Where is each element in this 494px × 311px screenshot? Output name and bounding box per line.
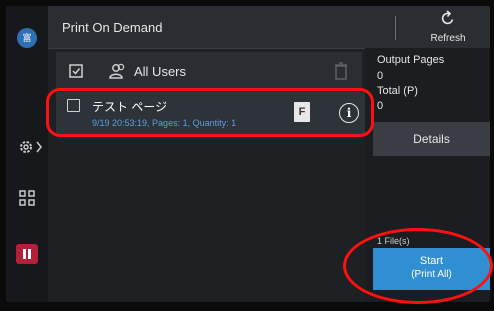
output-pages-value: 0 xyxy=(377,70,384,82)
refresh-label: Refresh xyxy=(430,33,466,44)
app-logo-icon[interactable]: 富 xyxy=(17,28,37,48)
users-icon[interactable] xyxy=(108,62,128,80)
annotation-highlight-job xyxy=(46,88,374,137)
header-bar: Print On Demand Refresh xyxy=(48,6,490,49)
job-list-toolbar: All Users xyxy=(56,52,362,90)
left-rail: 富 xyxy=(6,6,48,302)
total-value: 0 xyxy=(377,100,384,112)
apps-grid-icon[interactable] xyxy=(18,189,36,207)
user-filter-dropdown[interactable]: All Users xyxy=(134,64,186,79)
details-button[interactable]: Details xyxy=(373,122,490,156)
pause-button[interactable] xyxy=(16,244,38,264)
refresh-button[interactable]: Refresh xyxy=(408,10,488,46)
select-all-icon[interactable] xyxy=(68,63,84,79)
refresh-icon xyxy=(408,10,488,28)
output-pages-label: Output Pages xyxy=(377,54,445,66)
annotation-highlight-start xyxy=(343,228,493,304)
pause-icon xyxy=(23,249,26,259)
settings-gear-icon[interactable] xyxy=(18,137,44,157)
delete-trash-icon[interactable] xyxy=(334,62,348,80)
page-title: Print On Demand xyxy=(62,20,163,35)
total-label: Total (P) xyxy=(377,85,418,97)
header-divider xyxy=(395,16,396,40)
